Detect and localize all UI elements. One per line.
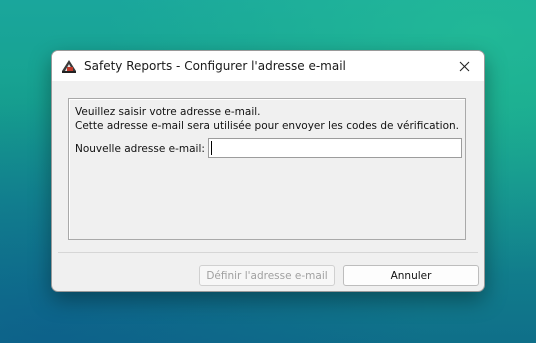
cancel-button[interactable]: Annuler	[343, 265, 479, 286]
define-email-button[interactable]: Définir l'adresse e-mail	[199, 265, 335, 286]
instruction-text: Veuillez saisir votre adresse e-mail.	[75, 106, 261, 118]
text-caret	[211, 141, 212, 155]
usage-note-text: Cette adresse e-mail sera utilisée pour …	[75, 120, 459, 132]
window-title: Safety Reports - Configurer l'adresse e-…	[84, 59, 346, 73]
dialog-window: Safety Reports - Configurer l'adresse e-…	[51, 50, 485, 292]
content-panel: Veuillez saisir votre adresse e-mail. Ce…	[68, 98, 466, 240]
safety-reports-app-icon	[61, 58, 77, 74]
email-label: Nouvelle adresse e-mail:	[75, 143, 205, 155]
title-bar[interactable]: Safety Reports - Configurer l'adresse e-…	[52, 51, 484, 81]
close-button[interactable]	[444, 51, 484, 81]
close-icon	[459, 57, 470, 76]
email-input[interactable]	[208, 138, 462, 158]
button-divider	[58, 252, 478, 253]
